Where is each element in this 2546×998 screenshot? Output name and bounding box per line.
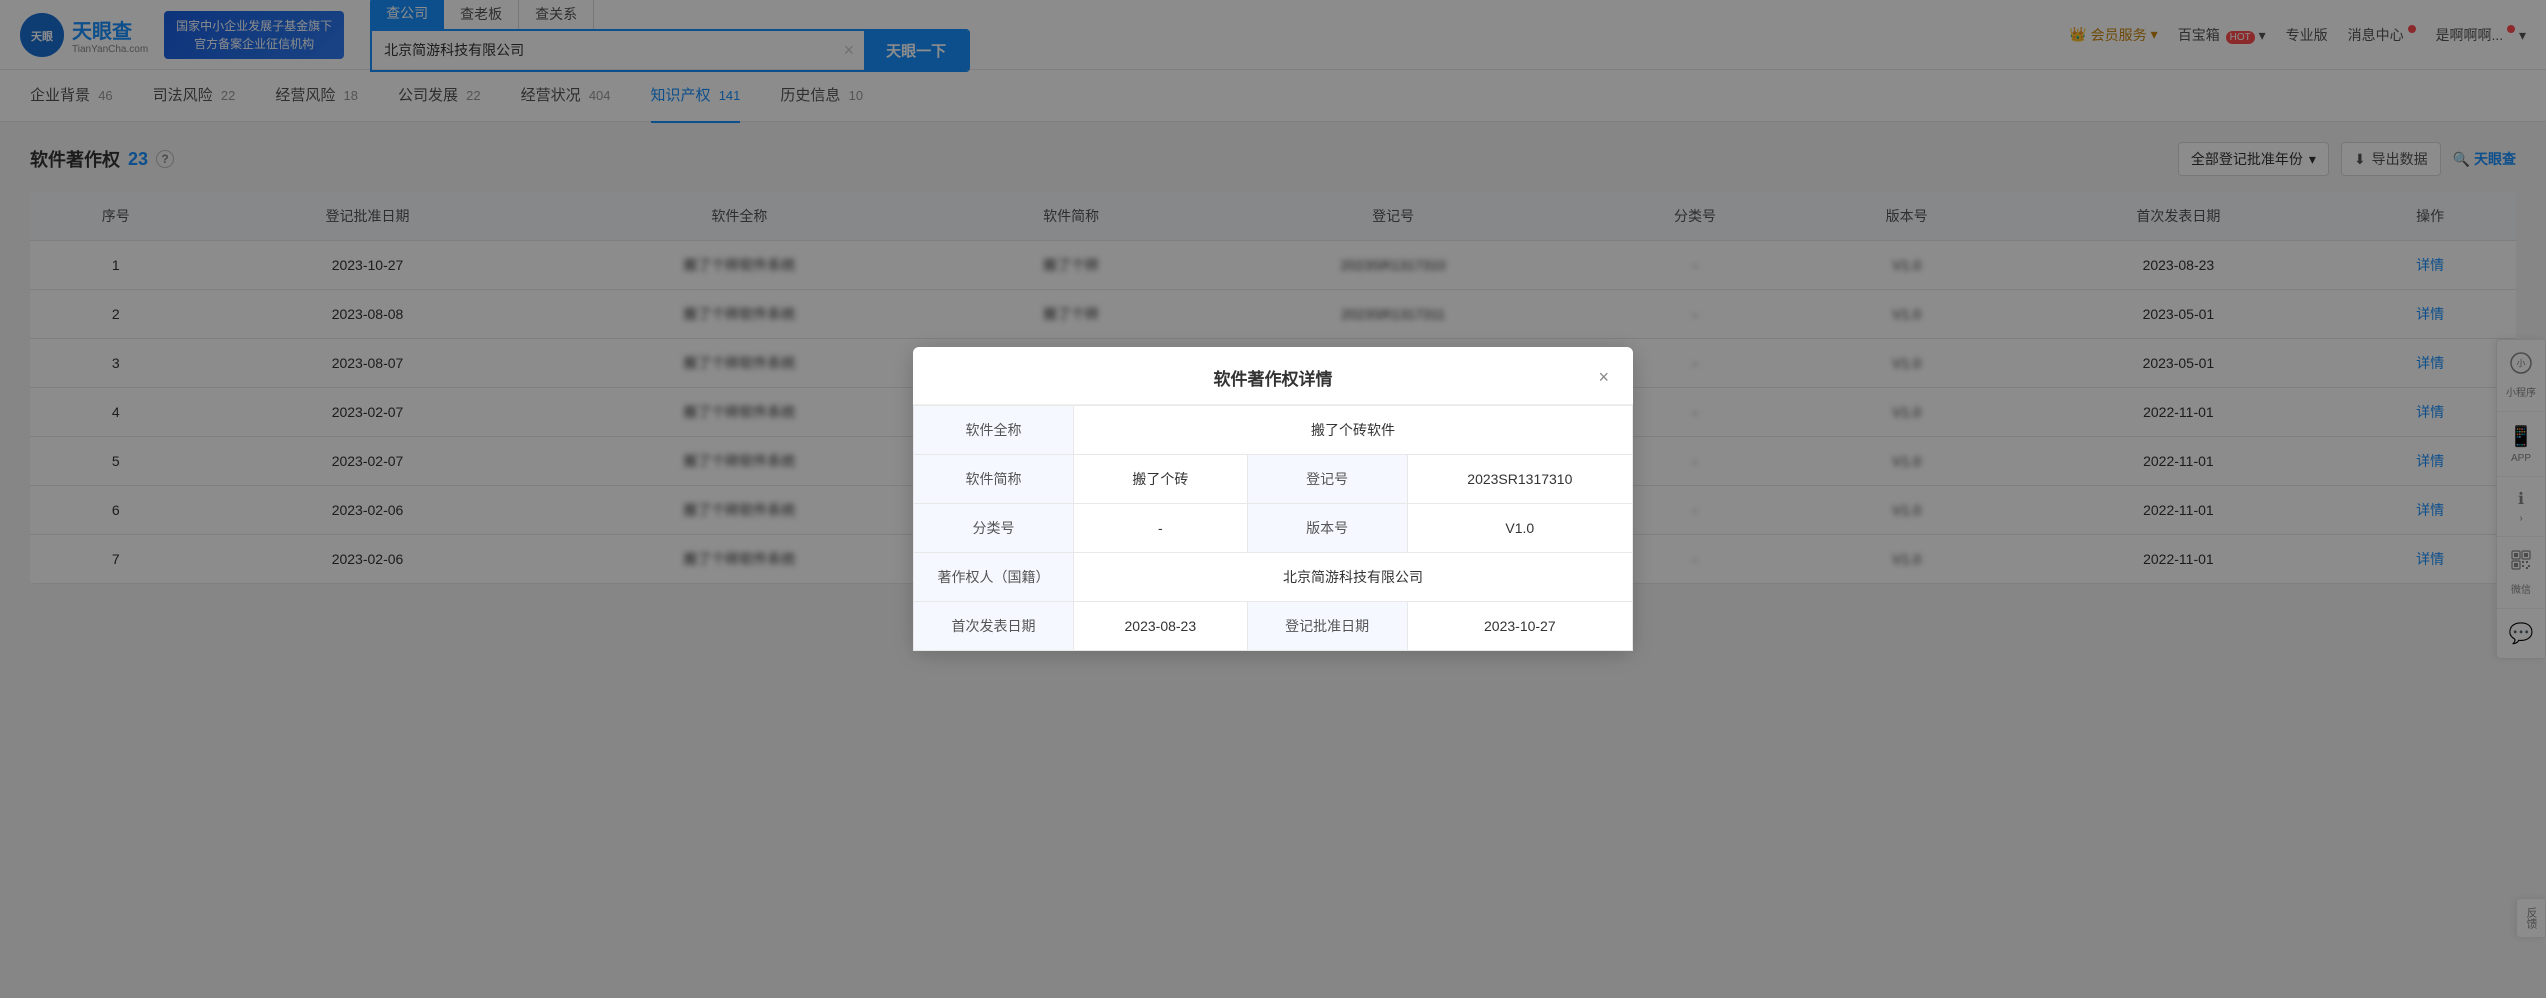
detail-row-category: 分类号 - 版本号 V1.0	[914, 504, 1633, 553]
label-pubdate: 首次发表日期	[914, 602, 1074, 651]
label-approvedate: 登记批准日期	[1247, 602, 1407, 651]
detail-row-owner: 著作权人（国籍） 北京简游科技有限公司	[914, 553, 1633, 602]
modal-body: 软件全称 搬了个砖软件 软件简称 搬了个砖 登记号 2023SR1317310 …	[913, 405, 1633, 651]
label-owner: 著作权人（国籍）	[914, 553, 1074, 602]
detail-table: 软件全称 搬了个砖软件 软件简称 搬了个砖 登记号 2023SR1317310 …	[913, 405, 1633, 651]
detail-row-shortname: 软件简称 搬了个砖 登记号 2023SR1317310	[914, 455, 1633, 504]
value-owner: 北京简游科技有限公司	[1074, 553, 1633, 602]
modal-dialog: 软件著作权详情 × 软件全称 搬了个砖软件 软件简称 搬了个砖 登记号	[913, 347, 1633, 651]
label-shortname: 软件简称	[914, 455, 1074, 504]
value-shortname: 搬了个砖	[1074, 455, 1248, 504]
modal-header: 软件著作权详情 ×	[913, 347, 1633, 405]
value-approvedate: 2023-10-27	[1407, 602, 1632, 651]
label-category: 分类号	[914, 504, 1074, 553]
label-version: 版本号	[1247, 504, 1407, 553]
modal-overlay[interactable]: 软件著作权详情 × 软件全称 搬了个砖软件 软件简称 搬了个砖 登记号	[0, 0, 2546, 998]
value-regno: 2023SR1317310	[1407, 455, 1632, 504]
value-pubdate: 2023-08-23	[1074, 602, 1248, 651]
label-regno: 登记号	[1247, 455, 1407, 504]
value-category: -	[1074, 504, 1248, 553]
modal-title: 软件著作权详情	[1161, 365, 1385, 390]
value-version: V1.0	[1407, 504, 1632, 553]
value-fullname: 搬了个砖软件	[1074, 406, 1633, 455]
modal-close-button[interactable]: ×	[1598, 367, 1609, 388]
detail-row-fullname: 软件全称 搬了个砖软件	[914, 406, 1633, 455]
label-fullname: 软件全称	[914, 406, 1074, 455]
detail-row-pubdate: 首次发表日期 2023-08-23 登记批准日期 2023-10-27	[914, 602, 1633, 651]
